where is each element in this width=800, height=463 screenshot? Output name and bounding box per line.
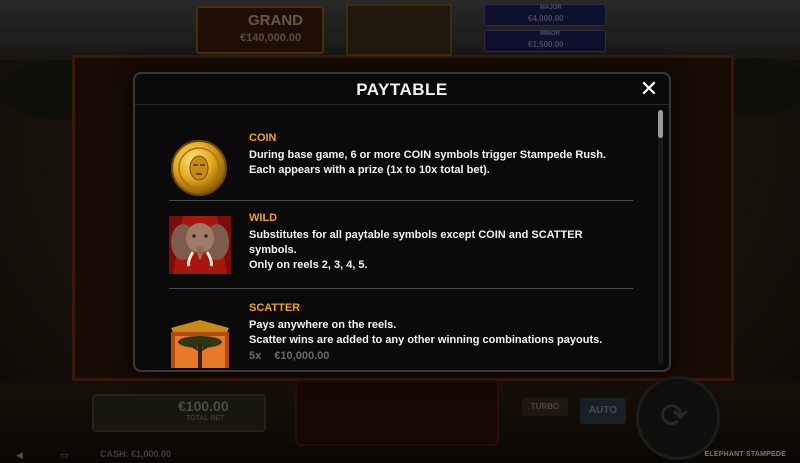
entry-description-line: Scatter wins are added to any other winn… <box>249 334 603 346</box>
paytable-scrollbar[interactable] <box>658 110 663 364</box>
paytable-modal: PAYTABLE ✕ COIN During base game, 6 or m… <box>133 72 671 372</box>
entry-description-line: symbols. <box>249 244 297 256</box>
paytable-entry-scatter: SCATTER Pays anywhere on the reels. Scat… <box>169 302 633 368</box>
entry-description-line: Substitutes for all paytable symbols exc… <box>249 229 583 241</box>
entry-description-line: During base game, 6 or more COIN symbols… <box>249 149 606 161</box>
payout-amount: €10,000.00 <box>274 350 330 362</box>
gold-coin-icon <box>169 138 233 200</box>
entry-description-line: Each appears with a prize (1x to 10x tot… <box>249 164 490 176</box>
entry-name: WILD <box>249 212 278 224</box>
scatter-text: SCATTER Pays anywhere on the reels. Scat… <box>249 302 633 362</box>
modal-header: PAYTABLE ✕ <box>135 74 669 105</box>
entry-description-line: Only on reels 2, 3, 4, 5. <box>249 259 368 271</box>
paytable-entry-wild: WILD Substitutes for all paytable symbol… <box>169 212 633 282</box>
modal-title: PAYTABLE <box>356 80 448 99</box>
payout-count: 5x <box>249 350 262 362</box>
entry-description-line: Pays anywhere on the reels. <box>249 319 397 331</box>
elephant-wild-icon <box>169 216 233 278</box>
acacia-tree-scatter-icon <box>169 320 233 368</box>
coin-text: COIN During base game, 6 or more COIN sy… <box>249 132 633 178</box>
close-icon[interactable]: ✕ <box>637 77 661 101</box>
wild-text: WILD Substitutes for all paytable symbol… <box>249 212 633 273</box>
entry-name: COIN <box>249 132 277 144</box>
divider <box>169 288 633 289</box>
scatter-payout-row: 5x €10,000.00 <box>249 350 633 362</box>
paytable-entry-coin: COIN During base game, 6 or more COIN sy… <box>169 132 633 196</box>
divider <box>169 200 633 201</box>
paytable-content[interactable]: COIN During base game, 6 or more COIN sy… <box>135 105 655 368</box>
scrollbar-thumb[interactable] <box>658 110 663 138</box>
entry-name: SCATTER <box>249 302 301 314</box>
